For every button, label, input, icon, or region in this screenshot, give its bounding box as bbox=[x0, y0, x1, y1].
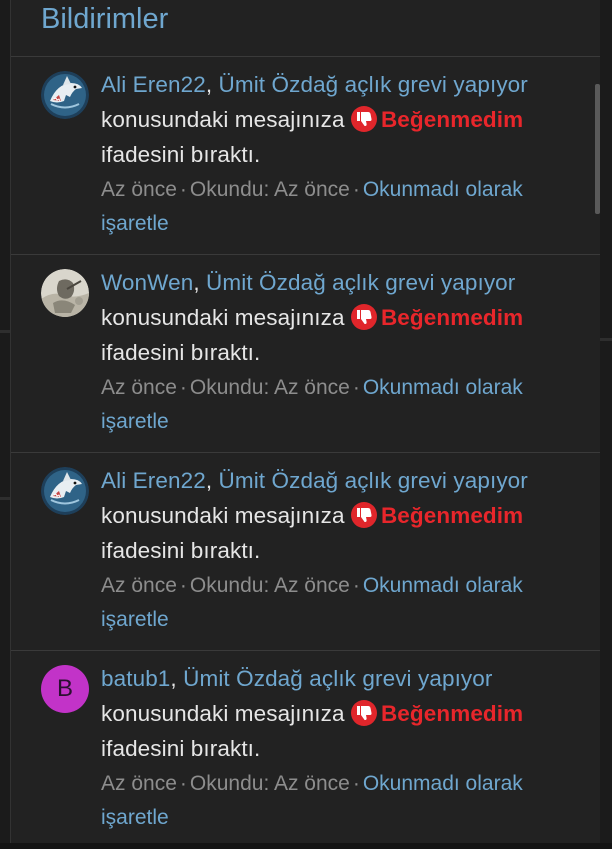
scrollbar-thumb[interactable] bbox=[595, 84, 600, 214]
meta-separator: · bbox=[179, 376, 187, 399]
notification-body-text: ifadesini bıraktı. bbox=[101, 736, 261, 761]
read-status: Okundu: Az önce bbox=[189, 376, 350, 399]
notification-user-link[interactable]: Ali Eren22 bbox=[101, 468, 206, 493]
thumbs-down-icon bbox=[350, 106, 377, 132]
notifications-panel: Bildirimler Ali Eren22, Ümit Özdağ açlık… bbox=[10, 0, 600, 843]
notification-text: WonWen, Ümit Özdağ açlık grevi yapıyor k… bbox=[101, 270, 524, 365]
shark-avatar-icon[interactable] bbox=[41, 467, 89, 515]
reaction-text: Beğenmedim bbox=[380, 107, 524, 132]
notification-time: Az önce bbox=[101, 178, 177, 201]
background-left bbox=[0, 0, 10, 843]
notification-user-link[interactable]: WonWen bbox=[101, 270, 193, 295]
read-status: Okundu: Az önce bbox=[189, 178, 350, 201]
reaction-text: Beğenmedim bbox=[380, 503, 524, 528]
meta-separator: · bbox=[352, 376, 360, 399]
notification-body-text: konusundaki mesajınıza bbox=[101, 503, 345, 528]
background-divider bbox=[0, 330, 10, 333]
notification-body-text: konusundaki mesajınıza bbox=[101, 701, 345, 726]
notification-body-text: konusundaki mesajınıza bbox=[101, 305, 345, 330]
reaction-label: Beğenmedim bbox=[350, 304, 524, 330]
notification-item[interactable]: Ali Eren22, Ümit Özdağ açlık grevi yapıy… bbox=[11, 57, 600, 255]
notification-body-text: ifadesini bıraktı. bbox=[101, 142, 261, 167]
background-divider bbox=[0, 497, 10, 500]
notification-text: Ali Eren22, Ümit Özdağ açlık grevi yapıy… bbox=[101, 468, 528, 563]
meta-separator: · bbox=[179, 574, 187, 597]
meta-separator: · bbox=[352, 178, 360, 201]
thumbs-down-icon bbox=[350, 700, 377, 726]
notification-text: batub1, Ümit Özdağ açlık grevi yapıyor k… bbox=[101, 666, 524, 761]
background-right bbox=[600, 0, 612, 843]
notification-body-text: konusundaki mesajınıza bbox=[101, 107, 345, 132]
meta-separator: · bbox=[179, 772, 187, 795]
notification-meta: Az önce · Okundu: Az önce · Okunmadı olarak … bbox=[101, 569, 580, 637]
letter-avatar[interactable]: B bbox=[41, 665, 89, 713]
read-status: Okundu: Az önce bbox=[189, 574, 350, 597]
notification-thread-link[interactable]: Ümit Özdağ açlık grevi yapıyor bbox=[219, 72, 528, 97]
panel-title: Bildirimler bbox=[41, 2, 169, 35]
reaction-label: Beğenmedim bbox=[350, 106, 524, 132]
notification-time: Az önce bbox=[101, 376, 177, 399]
notification-meta: Az önce · Okundu: Az önce · Okunmadı olarak … bbox=[101, 173, 580, 241]
panel-header: Bildirimler bbox=[11, 0, 600, 57]
notification-list: Ali Eren22, Ümit Özdağ açlık grevi yapıy… bbox=[11, 57, 600, 849]
notification-thread-link[interactable]: Ümit Özdağ açlık grevi yapıyor bbox=[183, 666, 492, 691]
notification-user-link[interactable]: Ali Eren22 bbox=[101, 72, 206, 97]
notification-user-link[interactable]: batub1 bbox=[101, 666, 170, 691]
reaction-text: Beğenmedim bbox=[380, 701, 524, 726]
meta-separator: · bbox=[352, 772, 360, 795]
reaction-label: Beğenmedim bbox=[350, 700, 524, 726]
notification-thread-link[interactable]: Ümit Özdağ açlık grevi yapıyor bbox=[206, 270, 515, 295]
notification-time: Az önce bbox=[101, 772, 177, 795]
shark-avatar-icon[interactable] bbox=[41, 71, 89, 119]
notification-item[interactable]: Ali Eren22, Ümit Özdağ açlık grevi yapıy… bbox=[11, 453, 600, 651]
thumbs-down-icon bbox=[350, 502, 377, 528]
notification-item[interactable]: WonWen, Ümit Özdağ açlık grevi yapıyor k… bbox=[11, 255, 600, 453]
thumbs-down-icon bbox=[350, 304, 377, 330]
photo-avatar-icon[interactable] bbox=[41, 269, 89, 317]
reaction-text: Beğenmedim bbox=[380, 305, 524, 330]
reaction-label: Beğenmedim bbox=[350, 502, 524, 528]
meta-separator: · bbox=[179, 178, 187, 201]
notification-text: Ali Eren22, Ümit Özdağ açlık grevi yapıy… bbox=[101, 72, 528, 167]
background-divider bbox=[600, 338, 612, 341]
notification-time: Az önce bbox=[101, 574, 177, 597]
notification-body-text: ifadesini bıraktı. bbox=[101, 340, 261, 365]
notification-item[interactable]: B batub1, Ümit Özdağ açlık grevi yapıyor… bbox=[11, 651, 600, 849]
meta-separator: · bbox=[352, 574, 360, 597]
notification-meta: Az önce · Okundu: Az önce · Okunmadı olarak … bbox=[101, 371, 580, 439]
notification-meta: Az önce · Okundu: Az önce · Okunmadı olarak … bbox=[101, 767, 580, 835]
read-status: Okundu: Az önce bbox=[189, 772, 350, 795]
notification-body-text: ifadesini bıraktı. bbox=[101, 538, 261, 563]
notification-thread-link[interactable]: Ümit Özdağ açlık grevi yapıyor bbox=[219, 468, 528, 493]
